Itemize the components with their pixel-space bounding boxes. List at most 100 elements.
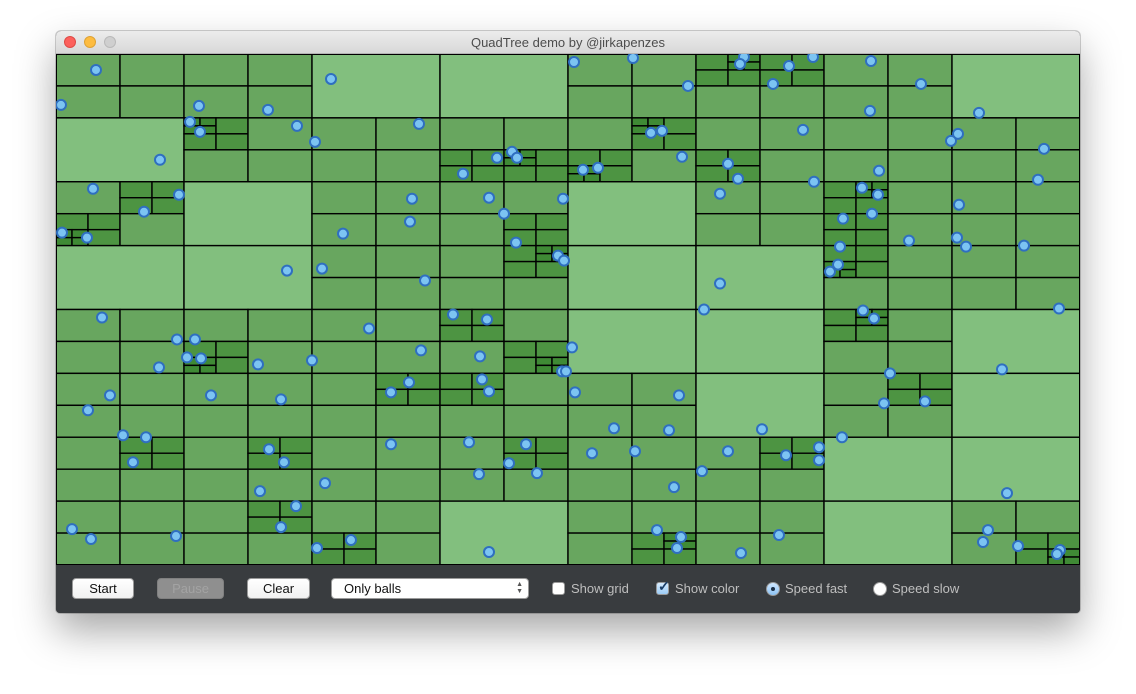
ball bbox=[171, 333, 183, 346]
ball bbox=[951, 231, 963, 244]
ball bbox=[627, 54, 639, 64]
quadtree-cell bbox=[183, 468, 249, 502]
quadtree-cell bbox=[887, 149, 953, 183]
ball bbox=[205, 389, 217, 402]
quadtree-cell bbox=[695, 532, 761, 565]
quadtree-cell bbox=[1015, 149, 1080, 183]
ball bbox=[1053, 302, 1065, 315]
window-title: QuadTree demo by @jirkapenzes bbox=[470, 35, 666, 50]
quadtree-cell bbox=[56, 244, 185, 311]
quadtree-cell bbox=[759, 117, 825, 151]
ball bbox=[56, 98, 67, 111]
quadtree-cell bbox=[119, 372, 185, 407]
pause-button[interactable]: Pause bbox=[157, 578, 224, 599]
quadtree-cell bbox=[503, 372, 569, 407]
quadtree-cell bbox=[199, 117, 217, 127]
quadtree-cell bbox=[887, 388, 921, 407]
ball bbox=[866, 207, 878, 220]
quadtree-cell bbox=[215, 133, 249, 151]
quadtree-cell bbox=[215, 356, 249, 375]
ball bbox=[722, 445, 734, 458]
quadtree-cell bbox=[855, 228, 889, 247]
mode-select[interactable]: Only balls ▲ ▼ bbox=[331, 578, 529, 599]
app-window: QuadTree demo by @jirkapenzes Start Paus… bbox=[56, 31, 1080, 613]
quadtree-cell bbox=[567, 117, 633, 151]
quadtree-cell bbox=[919, 372, 953, 391]
ball bbox=[385, 386, 397, 399]
ball bbox=[262, 103, 274, 116]
radio-button[interactable] bbox=[873, 582, 887, 596]
quadtree-cell bbox=[823, 372, 889, 407]
quadtree-cell bbox=[535, 356, 553, 367]
ball bbox=[722, 157, 734, 170]
ball bbox=[385, 438, 397, 451]
ball bbox=[671, 542, 683, 555]
control-bar: Start Pause Clear Only balls ▲ ▼ Show gri… bbox=[56, 565, 1080, 613]
ball bbox=[568, 55, 580, 68]
radio-button[interactable] bbox=[766, 582, 780, 596]
ball bbox=[973, 106, 985, 119]
quadtree-cell bbox=[56, 117, 185, 183]
quadtree-cell bbox=[583, 173, 601, 183]
quadtree-cell bbox=[471, 165, 505, 183]
quadtree-cell bbox=[631, 372, 697, 407]
ball bbox=[919, 395, 931, 408]
quadtree-cell bbox=[855, 260, 889, 279]
ball bbox=[608, 422, 620, 435]
ball bbox=[783, 59, 795, 72]
quadtree-cell bbox=[247, 149, 313, 183]
quadtree-cell bbox=[439, 117, 505, 151]
ball bbox=[735, 547, 747, 560]
quadtree-cell bbox=[199, 364, 217, 375]
ball bbox=[90, 63, 102, 76]
quadtree-cell bbox=[311, 149, 377, 183]
ball bbox=[275, 521, 287, 534]
quadtree-cell bbox=[823, 308, 857, 327]
ball bbox=[413, 117, 425, 130]
quadtree-cell bbox=[439, 244, 505, 279]
ball bbox=[945, 134, 957, 147]
ball bbox=[415, 344, 427, 357]
quadtree-cell bbox=[375, 117, 441, 151]
start-button[interactable]: Start bbox=[72, 578, 134, 599]
quadtree-cell bbox=[1063, 556, 1080, 565]
ball bbox=[714, 187, 726, 200]
quadtree-cell bbox=[951, 436, 1080, 502]
quadtree-cell bbox=[1015, 548, 1049, 565]
ball bbox=[87, 182, 99, 195]
ball bbox=[807, 54, 819, 63]
quadtree-cell bbox=[1063, 548, 1080, 558]
quadtree-cell bbox=[375, 308, 441, 343]
quadtree-cell bbox=[439, 324, 473, 343]
ball bbox=[476, 373, 488, 386]
ball bbox=[592, 161, 604, 174]
title-bar: QuadTree demo by @jirkapenzes bbox=[56, 31, 1080, 54]
ball bbox=[808, 175, 820, 188]
ball bbox=[813, 441, 825, 454]
ball bbox=[403, 376, 415, 389]
quadtree-cell bbox=[823, 197, 857, 215]
quadtree-cell bbox=[439, 500, 569, 565]
quadtree-cell bbox=[119, 212, 185, 247]
checkbox-box[interactable]: ✓ bbox=[656, 578, 670, 595]
ball bbox=[865, 54, 877, 67]
checkbox-box[interactable] bbox=[552, 582, 565, 595]
clear-button[interactable]: Clear bbox=[247, 578, 310, 599]
ball bbox=[325, 72, 337, 85]
quadtree-cell bbox=[311, 340, 377, 375]
ball bbox=[483, 191, 495, 204]
ball bbox=[473, 468, 485, 481]
quadtree-cell bbox=[151, 436, 185, 454]
quadtree-cell bbox=[183, 532, 249, 565]
ball bbox=[447, 308, 459, 321]
ball bbox=[81, 231, 93, 244]
quadtree-canvas[interactable] bbox=[56, 54, 1080, 565]
ball bbox=[824, 265, 836, 278]
ball bbox=[170, 530, 182, 543]
quadtree-cell bbox=[535, 165, 569, 183]
ball bbox=[316, 262, 328, 275]
quadtree-cell bbox=[695, 165, 729, 183]
ball bbox=[96, 311, 108, 324]
ball bbox=[138, 205, 150, 218]
ball bbox=[510, 236, 522, 249]
